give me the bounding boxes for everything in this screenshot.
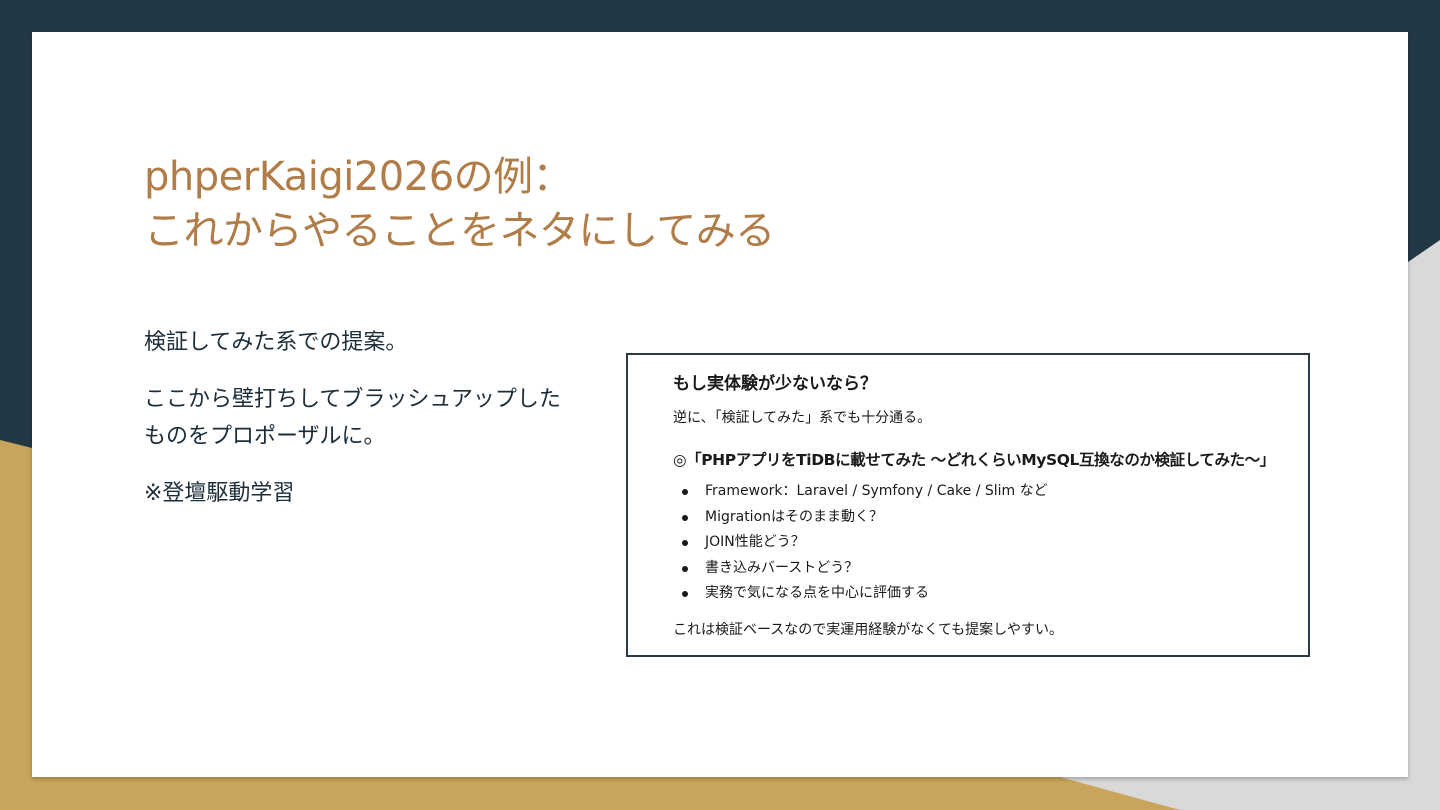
screenshot-footer: これは検証ベースなので実運用経験がなくても提案しやすい。 xyxy=(673,622,1064,638)
embedded-screenshot: もし実体験が少ないなら？ 逆に、「検証してみた」系でも十分通る。 ◎「PHPアプ… xyxy=(626,353,1310,657)
list-item-text: JOIN性能どう？ xyxy=(705,534,805,550)
screenshot-heading: もし実体験が少ないなら？ xyxy=(673,374,877,394)
list-item-text: Framework：Laravel / Symfony / Cake / Sli… xyxy=(705,483,1048,499)
list-item-text: Migrationはそのまま動く？ xyxy=(705,508,884,525)
screenshot-bullet-list: Framework：Laravel / Symfony / Cake / Sli… xyxy=(673,479,1048,607)
list-item: JOIN性能どう？ xyxy=(673,530,1048,556)
screenshot-subtext: 逆に、「検証してみた」系でも十分通る。 xyxy=(673,410,932,426)
bullet-icon xyxy=(682,540,688,546)
slide-title: phperKaigi2026の例： これからやることをネタにしてみる xyxy=(144,150,1244,258)
body-paragraph-proposal: 検証してみた系での提案。 xyxy=(144,330,408,355)
slide-body: 検証してみた系での提案。 ここから壁打ちしてブラッシュアップした ものをプロポー… xyxy=(144,324,604,532)
list-item: 実務で気になる点を中心に評価する xyxy=(673,581,1048,607)
bullet-icon xyxy=(682,514,688,521)
bullet-icon xyxy=(682,591,688,597)
body-paragraph-brushup-line-2: ものをプロポーザルに。 xyxy=(144,424,386,449)
slide-title-line-1: phperKaigi2026の例： xyxy=(144,154,573,200)
list-item: Framework：Laravel / Symfony / Cake / Sli… xyxy=(673,479,1048,505)
list-item: 書き込みバーストどう？ xyxy=(673,556,1048,582)
body-paragraph-brushup: ここから壁打ちしてブラッシュアップした ものをプロポーザルに。 xyxy=(144,381,604,455)
body-paragraph-note: ※登壇駆動学習 xyxy=(144,481,295,506)
list-item-text: 書き込みバーストどう？ xyxy=(705,559,859,576)
screenshot-topic: ◎「PHPアプリをTiDBに載せてみた 〜どれくらいMySQL互換なのか検証して… xyxy=(673,451,1275,469)
slide-title-line-2: これからやることをネタにしてみる xyxy=(144,208,775,254)
bullet-icon xyxy=(682,565,688,572)
body-paragraph-brushup-line-1: ここから壁打ちしてブラッシュアップした xyxy=(144,387,561,412)
list-item-text: 実務で気になる点を中心に評価する xyxy=(705,585,929,601)
bullet-icon xyxy=(682,489,688,495)
list-item: Migrationはそのまま動く？ xyxy=(673,505,1048,531)
slide: phperKaigi2026の例： これからやることをネタにしてみる 検証してみ… xyxy=(32,32,1408,777)
